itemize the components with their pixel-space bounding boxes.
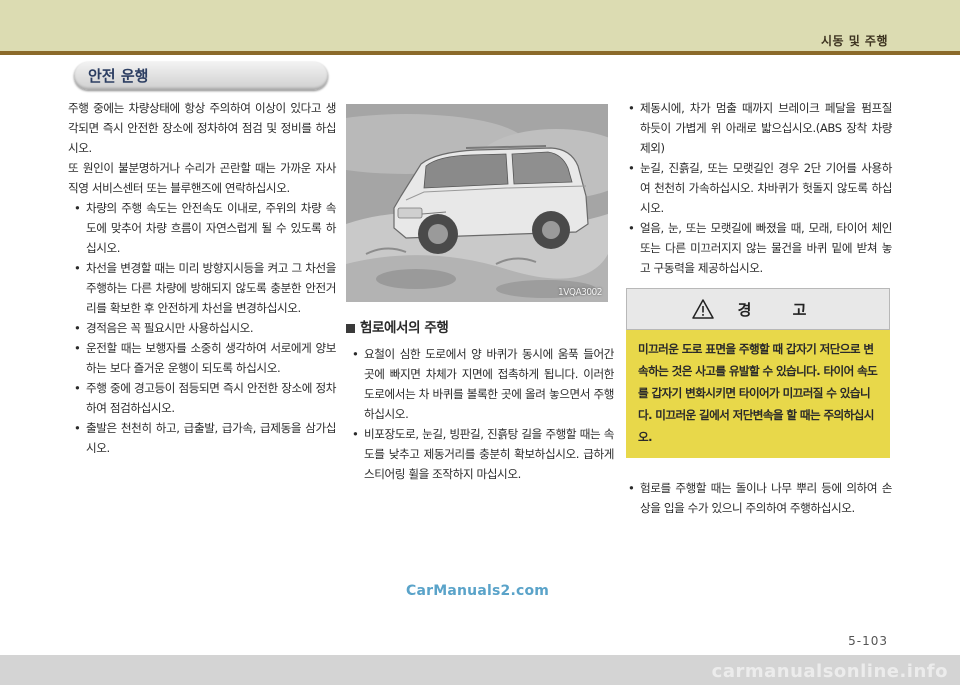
list-item: 비포장도로, 눈길, 빙판길, 진흙탕 길을 주행할 때는 속도를 낮추고 제동… <box>346 424 614 484</box>
rough-terrain-bullet-list: 험로를 주행할 때는 돌이나 나무 뿌리 등에 의하여 손상을 입을 수가 있으… <box>622 478 892 518</box>
safety-bullet-list: 차량의 주행 속도는 안전속도 이내로, 주위의 차량 속도에 맞추어 차량 흐… <box>68 198 336 458</box>
watermark-link[interactable]: CarManuals2.com <box>406 583 549 599</box>
list-item: 험로를 주행할 때는 돌이나 나무 뿌리 등에 의하여 손상을 입을 수가 있으… <box>622 478 892 518</box>
column-right-lower: 험로를 주행할 때는 돌이나 나무 뿌리 등에 의하여 손상을 입을 수가 있으… <box>622 478 892 518</box>
list-item: 요철이 심한 도로에서 양 바퀴가 동시에 움푹 들어간 곳에 빠지면 차체가 … <box>346 344 614 424</box>
page-number: 5-103 <box>848 634 888 648</box>
column-middle: 험로에서의 주행 요철이 심한 도로에서 양 바퀴가 동시에 움푹 들어간 곳에… <box>346 318 614 484</box>
intro-paragraph: 주행 중에는 차량상태에 항상 주의하여 이상이 있다고 생각되면 즉시 안전한… <box>68 101 336 155</box>
header-band <box>0 0 960 54</box>
rough-road-bullet-list: 요철이 심한 도로에서 양 바퀴가 동시에 움푹 들어간 곳에 빠지면 차체가 … <box>346 344 614 484</box>
list-item: 운전할 때는 보행자를 소중히 생각하여 서로에게 양보하는 보다 즐거운 운행… <box>68 338 336 378</box>
list-item: 차선을 변경할 때는 미리 방향지시등을 켜고 그 차선을 주행하는 다른 차량… <box>68 258 336 318</box>
warning-header: 경 고 <box>626 288 890 330</box>
footer-watermark: carmanualsonline.info <box>711 661 948 682</box>
rough-road-heading: 험로에서의 주행 <box>346 318 614 338</box>
slippery-road-bullet-list: 제동시에, 차가 멈출 때까지 브레이크 페달을 펌프질 하듯이 가볍게 위 아… <box>622 98 892 278</box>
list-item: 출발은 천천히 하고, 급출발, 급가속, 급제동을 삼가십시오. <box>68 418 336 458</box>
car-illustration-svg <box>346 104 608 302</box>
chapter-title: 시동 및 주행 <box>820 34 888 48</box>
contact-paragraph: 또 원인이 불분명하거나 수리가 곤란할 때는 가까운 자사 직영 서비스센터 … <box>68 161 336 195</box>
warning-triangle-icon <box>691 299 714 319</box>
list-item: 차량의 주행 속도는 안전속도 이내로, 주위의 차량 속도에 맞추어 차량 흐… <box>68 198 336 258</box>
list-item: 눈길, 진흙길, 또는 모랫길인 경우 2단 기어를 사용하여 천천히 가속하십… <box>622 158 892 218</box>
section-title: 안전 운행 <box>74 62 328 90</box>
warning-text: 미끄러운 도로 표면을 주행할 때 갑자기 저단으로 변속하는 것은 사고를 유… <box>638 342 878 444</box>
square-bullet-icon <box>346 323 355 333</box>
image-code: 1VQA3002 <box>558 287 603 298</box>
list-item: 제동시에, 차가 멈출 때까지 브레이크 페달을 펌프질 하듯이 가볍게 위 아… <box>622 98 892 158</box>
rough-road-heading-text: 험로에서의 주행 <box>360 320 449 336</box>
warning-box: 경 고 미끄러운 도로 표면을 주행할 때 갑자기 저단으로 변속하는 것은 사… <box>626 288 890 458</box>
warning-title: 경 고 <box>737 300 825 319</box>
list-item: 경적음은 꼭 필요시만 사용하십시오. <box>68 318 336 338</box>
list-item: 주행 중에 경고등이 점등되면 즉시 안전한 장소에 정차하여 점검하십시오. <box>68 378 336 418</box>
column-right: 제동시에, 차가 멈출 때까지 브레이크 페달을 펌프질 하듯이 가볍게 위 아… <box>622 98 892 278</box>
list-item: 얼음, 눈, 또는 모랫길에 빠졌을 때, 모래, 타이어 체인 또는 다른 미… <box>622 218 892 278</box>
offroad-car-illustration: 1VQA3002 <box>346 104 608 302</box>
column-left: 주행 중에는 차량상태에 항상 주의하여 이상이 있다고 생각되면 즉시 안전한… <box>68 98 336 458</box>
header-rule <box>0 51 960 55</box>
